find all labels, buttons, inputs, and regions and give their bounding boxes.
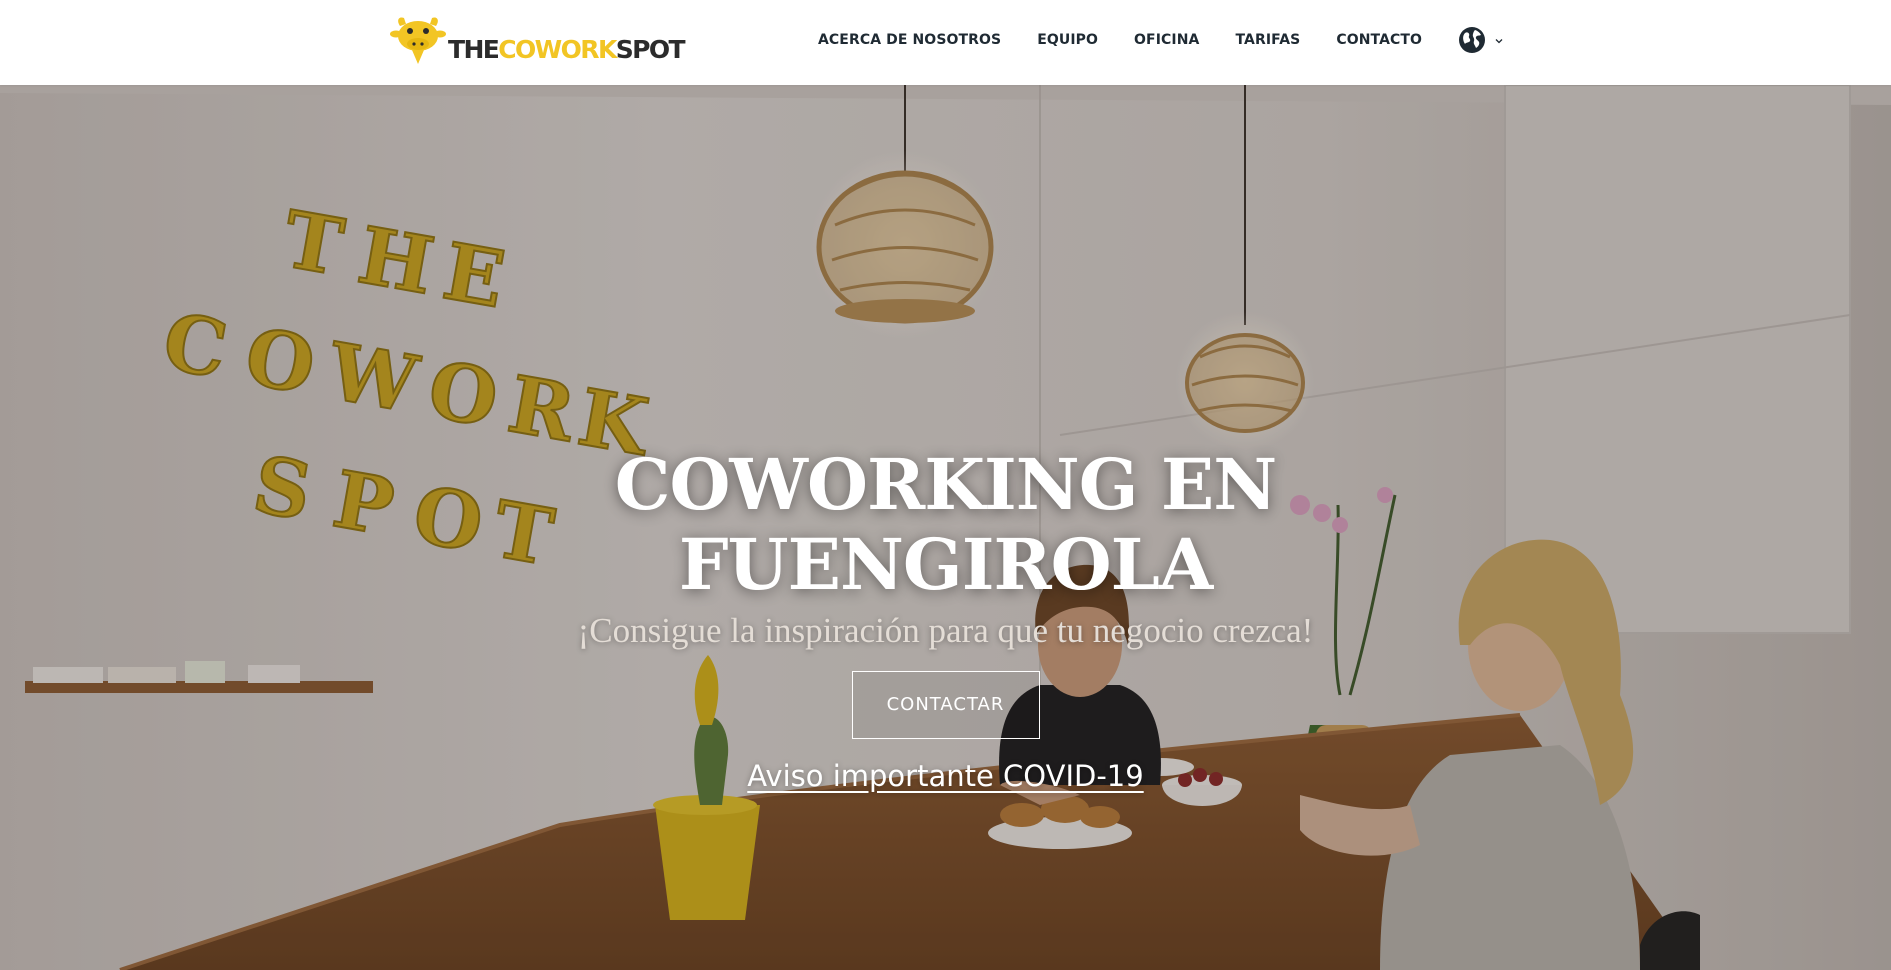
nav-item-contacto[interactable]: CONTACTO <box>1336 32 1422 48</box>
globe-icon <box>1459 27 1486 53</box>
covid-notice-link[interactable]: Aviso importante COVID-19 <box>0 759 1891 793</box>
logo-word-cowork: COWORK <box>498 35 617 64</box>
logo-wordmark: THECOWORKSPOT <box>448 35 686 68</box>
hero-section: T H E C O W O R K S P O T COWORKING EN F… <box>0 85 1891 970</box>
main-nav: ACERCA DE NOSOTROS EQUIPO OFICINA TARIFA… <box>818 0 1504 80</box>
nav-item-tarifas[interactable]: TARIFAS <box>1235 32 1300 48</box>
language-selector[interactable] <box>1458 26 1504 54</box>
hero-title-line2: FUENGIROLA <box>678 523 1213 606</box>
site-logo[interactable]: THECOWORKSPOT <box>390 12 686 68</box>
cow-mascot-icon <box>390 17 446 64</box>
nav-item-equipo[interactable]: EQUIPO <box>1037 32 1098 48</box>
chevron-down-icon <box>1495 39 1503 44</box>
hero-title-line1: COWORKING EN <box>614 443 1278 526</box>
hero-title: COWORKING EN FUENGIROLA <box>0 445 1891 605</box>
contact-button[interactable]: CONTACTAR <box>851 671 1040 739</box>
site-header: THECOWORKSPOT ACERCA DE NOSOTROS EQUIPO … <box>0 0 1891 85</box>
hero-content: COWORKING EN FUENGIROLA ¡Consigue la ins… <box>0 445 1891 794</box>
nav-item-oficina[interactable]: OFICINA <box>1134 32 1199 48</box>
logo-word-the: THE <box>448 35 500 64</box>
logo-word-spot: SPOT <box>615 35 686 64</box>
nav-item-acerca[interactable]: ACERCA DE NOSOTROS <box>818 32 1001 48</box>
hero-subtitle: ¡Consigue la inspiración para que tu neg… <box>577 611 1314 650</box>
